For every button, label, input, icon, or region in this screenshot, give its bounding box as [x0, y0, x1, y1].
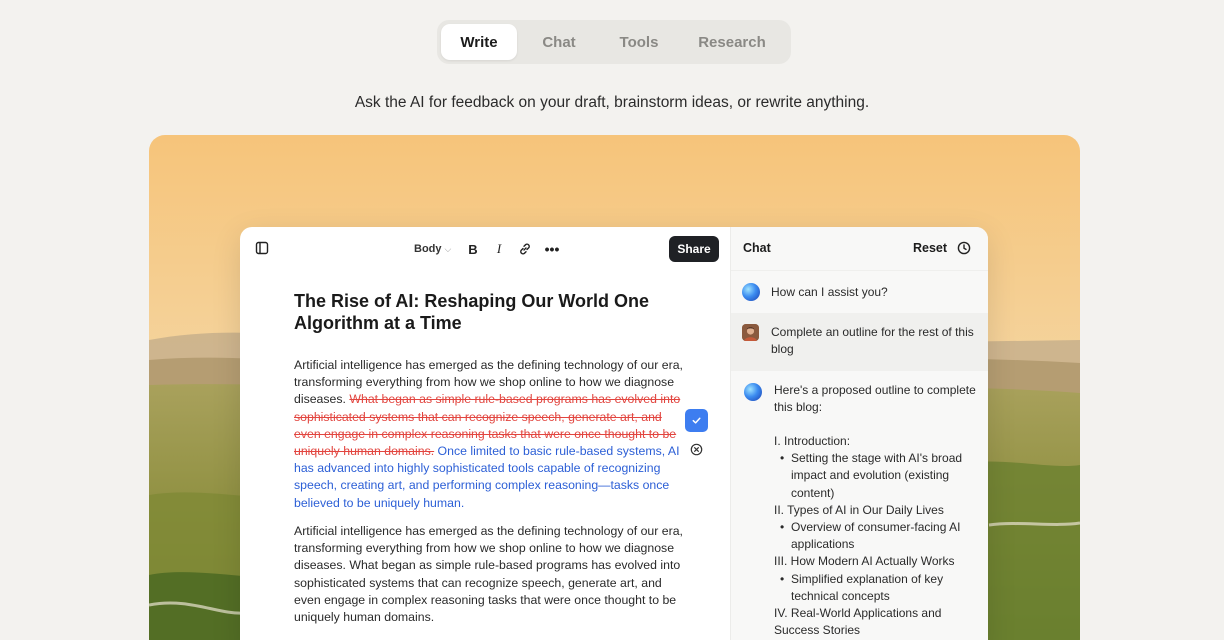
more-options-button[interactable]: •••: [544, 241, 560, 257]
share-button[interactable]: Share: [669, 236, 719, 262]
outline-section: II. Types of AI in Our Daily Lives: [774, 502, 944, 517]
tab-tools[interactable]: Tools: [601, 24, 677, 60]
chat-message-assistant: Here's a proposed outline to complete th…: [731, 371, 988, 640]
paragraph-with-suggestion[interactable]: Artificial intelligence has emerged as t…: [294, 357, 684, 512]
outline-bullet: Setting the stage with AI's broad impact…: [774, 450, 984, 502]
chat-message-user: Complete an outline for the rest of this…: [731, 313, 988, 371]
reset-button[interactable]: Reset: [913, 241, 947, 255]
paragraph-style-select[interactable]: Body ⌵: [414, 241, 451, 257]
tab-research[interactable]: Research: [677, 24, 787, 60]
check-icon: [692, 417, 701, 424]
editor-window: Body ⌵ B I ••• Share The Rise of AI: Res…: [240, 227, 988, 640]
message-text: Complete an outline for the rest of this…: [771, 325, 974, 357]
editor-toolbar: Body ⌵ B I ••• Share: [240, 227, 730, 271]
chat-header: Chat Reset: [731, 227, 988, 271]
mode-tabs: Write Chat Tools Research: [437, 20, 791, 64]
sidebar-toggle-icon[interactable]: [254, 240, 270, 256]
accept-suggestion-button[interactable]: [685, 409, 708, 432]
outline-section: III. How Modern AI Actually Works: [774, 554, 955, 569]
outline-section: IV. Real-World Applications and Success …: [774, 606, 942, 638]
document-title[interactable]: The Rise of AI: Reshaping Our World One …: [294, 291, 654, 334]
chat-pane: Chat Reset How can I assist you? Complet…: [730, 227, 988, 640]
message-text: How can I assist you?: [771, 285, 888, 299]
tab-chat[interactable]: Chat: [517, 24, 601, 60]
ai-avatar-icon: [742, 283, 760, 301]
clock-icon[interactable]: [957, 241, 973, 257]
outline-bullet: Simplified explanation of key technical …: [774, 571, 984, 605]
link-icon[interactable]: [517, 241, 533, 257]
reject-suggestion-button[interactable]: [685, 438, 708, 461]
avatar: [742, 324, 759, 341]
paragraph[interactable]: Artificial intelligence has emerged as t…: [294, 523, 684, 626]
outline-bullet: Overview of consumer-facing AI applicati…: [774, 519, 984, 553]
tab-write[interactable]: Write: [441, 24, 517, 60]
close-circle-icon: [690, 443, 703, 456]
chevron-down-icon: ⌵: [444, 243, 452, 254]
outline-list: I. Introduction: Setting the stage with …: [774, 433, 984, 639]
paragraph-style-label: Body: [414, 243, 442, 255]
chat-message-assistant: How can I assist you?: [731, 271, 988, 313]
bold-button[interactable]: B: [466, 241, 480, 257]
ai-avatar-icon: [744, 383, 762, 401]
page-subtitle: Ask the AI for feedback on your draft, b…: [354, 94, 870, 111]
editor-pane: Body ⌵ B I ••• Share The Rise of AI: Res…: [240, 227, 730, 640]
outline-section: I. Introduction:: [774, 434, 851, 448]
message-text: Here's a proposed outline to complete th…: [774, 383, 976, 415]
chat-title: Chat: [743, 241, 771, 255]
italic-button[interactable]: I: [492, 241, 506, 257]
